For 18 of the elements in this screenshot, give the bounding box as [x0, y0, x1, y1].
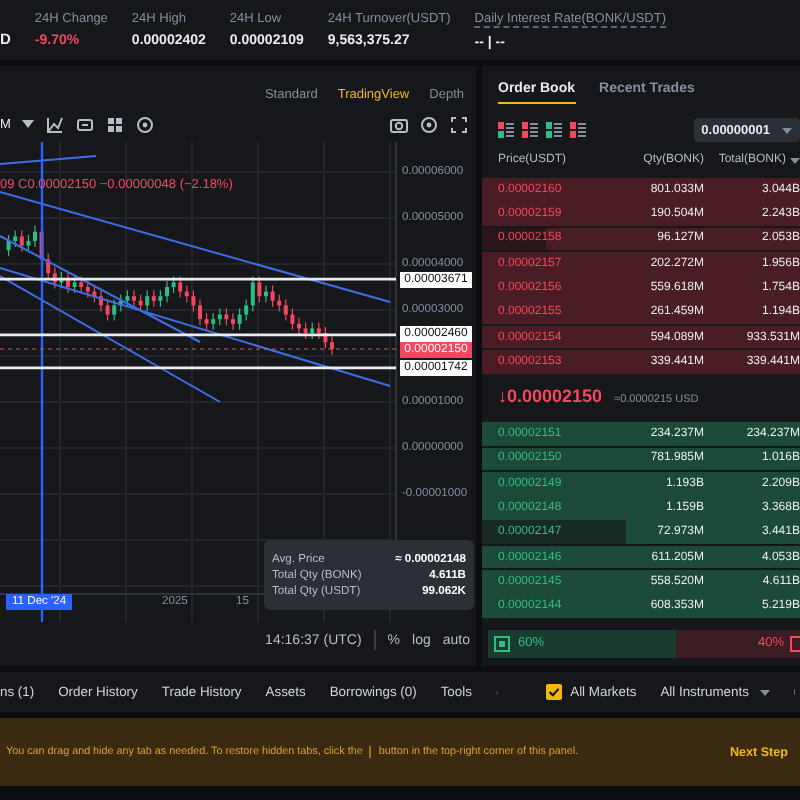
fullscreen-icon[interactable] [450, 115, 468, 133]
caret-icon [782, 127, 792, 133]
line-tool-icon[interactable] [46, 115, 65, 133]
indicator-icon[interactable] [76, 115, 95, 133]
camera-icon[interactable] [390, 115, 408, 133]
book-layout-icon[interactable] [546, 122, 562, 138]
last-price: ↓0.00002150 [498, 386, 603, 407]
buy-square-icon [494, 635, 510, 651]
book-layout-icon[interactable] [498, 122, 514, 138]
checkbox[interactable] [546, 684, 563, 700]
caret-icon [760, 689, 771, 695]
settings-icon[interactable] [136, 115, 155, 133]
settings-icon[interactable] [420, 115, 438, 133]
book-layout-icon[interactable] [522, 122, 538, 138]
caret-icon [790, 158, 800, 164]
grid-icon[interactable] [106, 115, 125, 133]
caret-icon[interactable] [22, 120, 35, 128]
book-layout-icon[interactable] [570, 122, 586, 138]
